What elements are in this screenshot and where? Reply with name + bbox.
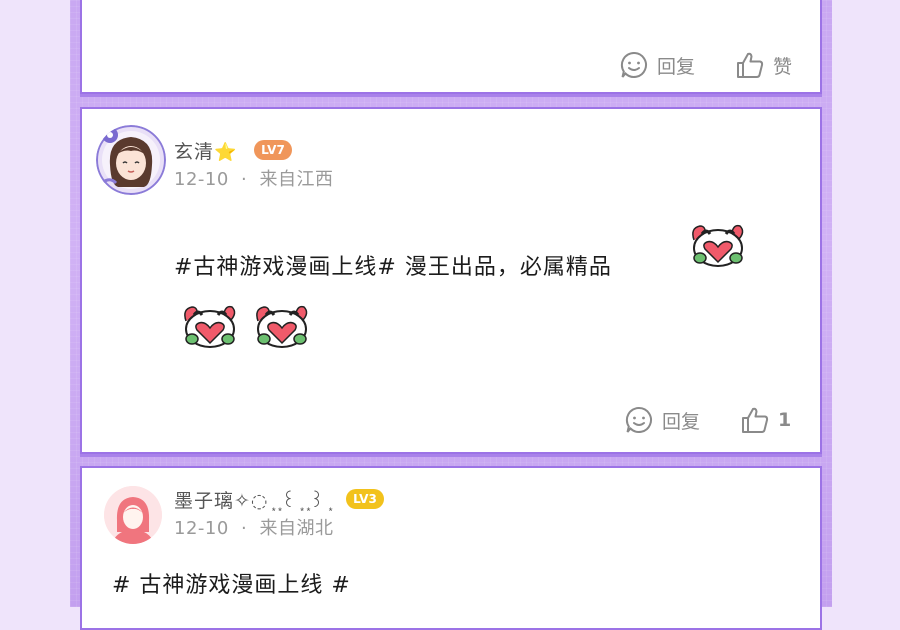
post-location: 来自江西 <box>259 169 334 190</box>
like-label: 赞 <box>773 55 793 78</box>
like-count: 1 <box>778 409 792 431</box>
level-badge: LV3 <box>346 489 384 509</box>
comment-card: 回复 赞 <box>80 0 822 94</box>
avatar[interactable] <box>104 486 162 544</box>
user-avatar-image <box>96 125 166 195</box>
thumbs-up-icon <box>742 407 769 433</box>
star-icon: ⭐ <box>214 142 238 163</box>
meta-separator: · <box>241 169 248 190</box>
post-content: # 古神游戏漫画上线 # <box>112 573 351 598</box>
post-date: 12-10 <box>174 518 229 539</box>
username[interactable]: 玄清⭐ <box>174 137 237 164</box>
post-meta: 12-10 · 来自江西 <box>174 165 334 191</box>
post-content: #古神游戏漫画上线# 漫王出品，必属精品 <box>174 255 612 280</box>
heart-panda-sticker <box>184 305 236 348</box>
comment-feed[interactable]: 回复 赞 玄清⭐ LV7 12-10 · 来自江西 #古神游戏漫画上线# 漫王出… <box>70 0 832 630</box>
like-button[interactable]: 赞 <box>735 50 792 80</box>
reply-button[interactable]: 回复 <box>619 50 695 80</box>
reply-label: 回复 <box>662 410 701 433</box>
comment-icon <box>620 51 647 78</box>
username[interactable]: 墨子璃✧◌ ͙ ͙꒰ ͙ ͙꒱ ͙ <box>174 486 332 513</box>
meta-separator: · <box>241 518 248 539</box>
post-location: 来自湖北 <box>259 518 334 539</box>
reply-label: 回复 <box>657 55 696 78</box>
reply-button[interactable]: 回复 <box>624 405 700 435</box>
level-badge: LV7 <box>254 140 292 160</box>
post-meta: 12-10 · 来自湖北 <box>174 514 334 540</box>
heart-panda-sticker <box>256 305 308 348</box>
thumbs-up-icon <box>737 52 764 78</box>
post-date: 12-10 <box>174 169 229 190</box>
like-button[interactable]: 1 <box>740 405 791 435</box>
heart-panda-sticker <box>692 224 744 267</box>
user-avatar-image <box>104 486 162 544</box>
comment-icon <box>625 406 652 433</box>
comment-card: 墨子璃✧◌ ͙ ͙꒰ ͙ ͙꒱ ͙ LV3 12-10 · 来自湖北 # 古神游… <box>80 466 822 630</box>
comment-card: 玄清⭐ LV7 12-10 · 来自江西 #古神游戏漫画上线# 漫王出品，必属精… <box>80 107 822 454</box>
avatar[interactable] <box>96 125 166 195</box>
username-text: 玄清 <box>174 141 215 163</box>
